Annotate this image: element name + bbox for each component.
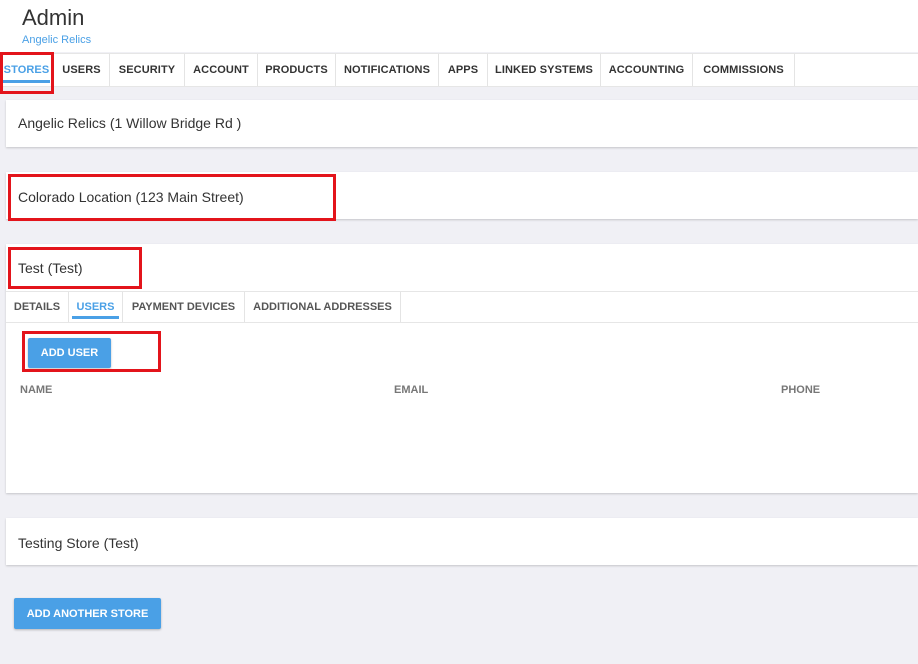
store-name[interactable]: Test (Test) [18,260,83,276]
tab-account[interactable]: ACCOUNT [185,54,258,86]
tab-stores[interactable]: STORES [0,54,54,86]
tab-apps[interactable]: APPS [439,54,488,86]
store-card-testing-store[interactable]: Testing Store (Test) [6,518,918,565]
tab-accounting[interactable]: ACCOUNTING [601,54,693,86]
tab-commissions[interactable]: COMMISSIONS [693,54,795,86]
tab-linked-systems[interactable]: LINKED SYSTEMS [488,54,601,86]
store-card-angelic-relics[interactable]: Angelic Relics (1 Willow Bridge Rd ) [6,100,918,147]
add-user-button[interactable]: ADD USER [28,338,111,368]
store-subtabs: DETAILS USERS PAYMENT DEVICES ADDITIONAL… [6,291,918,323]
subtab-additional-addresses[interactable]: ADDITIONAL ADDRESSES [245,292,401,322]
tab-users[interactable]: USERS [54,54,110,86]
page-title: Admin [22,5,85,30]
add-another-store-button[interactable]: ADD ANOTHER STORE [14,598,161,629]
store-card-colorado-location[interactable]: Colorado Location (123 Main Street) [6,172,918,219]
column-header-email[interactable]: EMAIL [394,384,428,396]
admin-tabs: STORES USERS SECURITY ACCOUNT PRODUCTS N… [0,53,918,87]
store-name: Testing Store (Test) [18,535,139,551]
column-header-name[interactable]: NAME [20,384,52,396]
account-name[interactable]: Angelic Relics [22,34,91,46]
tab-security[interactable]: SECURITY [110,54,185,86]
subtab-users[interactable]: USERS [69,292,123,322]
store-name: Angelic Relics (1 Willow Bridge Rd ) [18,115,242,131]
store-card-test: Test (Test) DETAILS USERS PAYMENT DEVICE… [6,244,918,493]
page-header: Admin Angelic Relics [0,0,918,52]
tab-notifications[interactable]: NOTIFICATIONS [336,54,439,86]
subtab-details[interactable]: DETAILS [6,292,69,322]
column-header-phone[interactable]: PHONE [781,384,820,396]
store-name: Colorado Location (123 Main Street) [18,189,244,205]
tab-products[interactable]: PRODUCTS [258,54,336,86]
subtab-payment-devices[interactable]: PAYMENT DEVICES [123,292,245,322]
